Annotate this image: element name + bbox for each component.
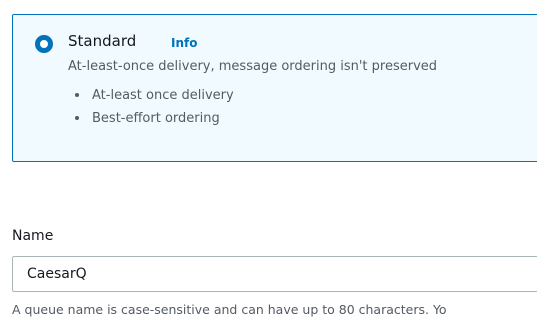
feature-item: At-least once delivery — [68, 86, 234, 109]
feature-item: Best-effort ordering — [68, 109, 234, 132]
feature-label: At-least once delivery — [92, 88, 234, 103]
name-constraint-text: A queue name is case-sensitive and can h… — [12, 302, 447, 317]
create-queue-page: Standard Info At-least-once delivery, me… — [0, 0, 537, 326]
standard-option-description: At-least-once delivery, message ordering… — [68, 59, 438, 74]
queue-type-standard-tile[interactable]: Standard Info At-least-once delivery, me… — [12, 14, 537, 162]
standard-feature-list: At-least once delivery Best-effort order… — [68, 86, 234, 132]
standard-option-title: Standard — [68, 32, 137, 50]
info-link[interactable]: Info — [171, 36, 197, 50]
name-field-label: Name — [12, 228, 54, 244]
queue-name-input[interactable] — [12, 256, 537, 292]
bullet-icon — [75, 93, 79, 97]
feature-label: Best-effort ordering — [92, 111, 220, 126]
bullet-icon — [75, 116, 79, 120]
standard-radio-button[interactable] — [35, 35, 53, 53]
